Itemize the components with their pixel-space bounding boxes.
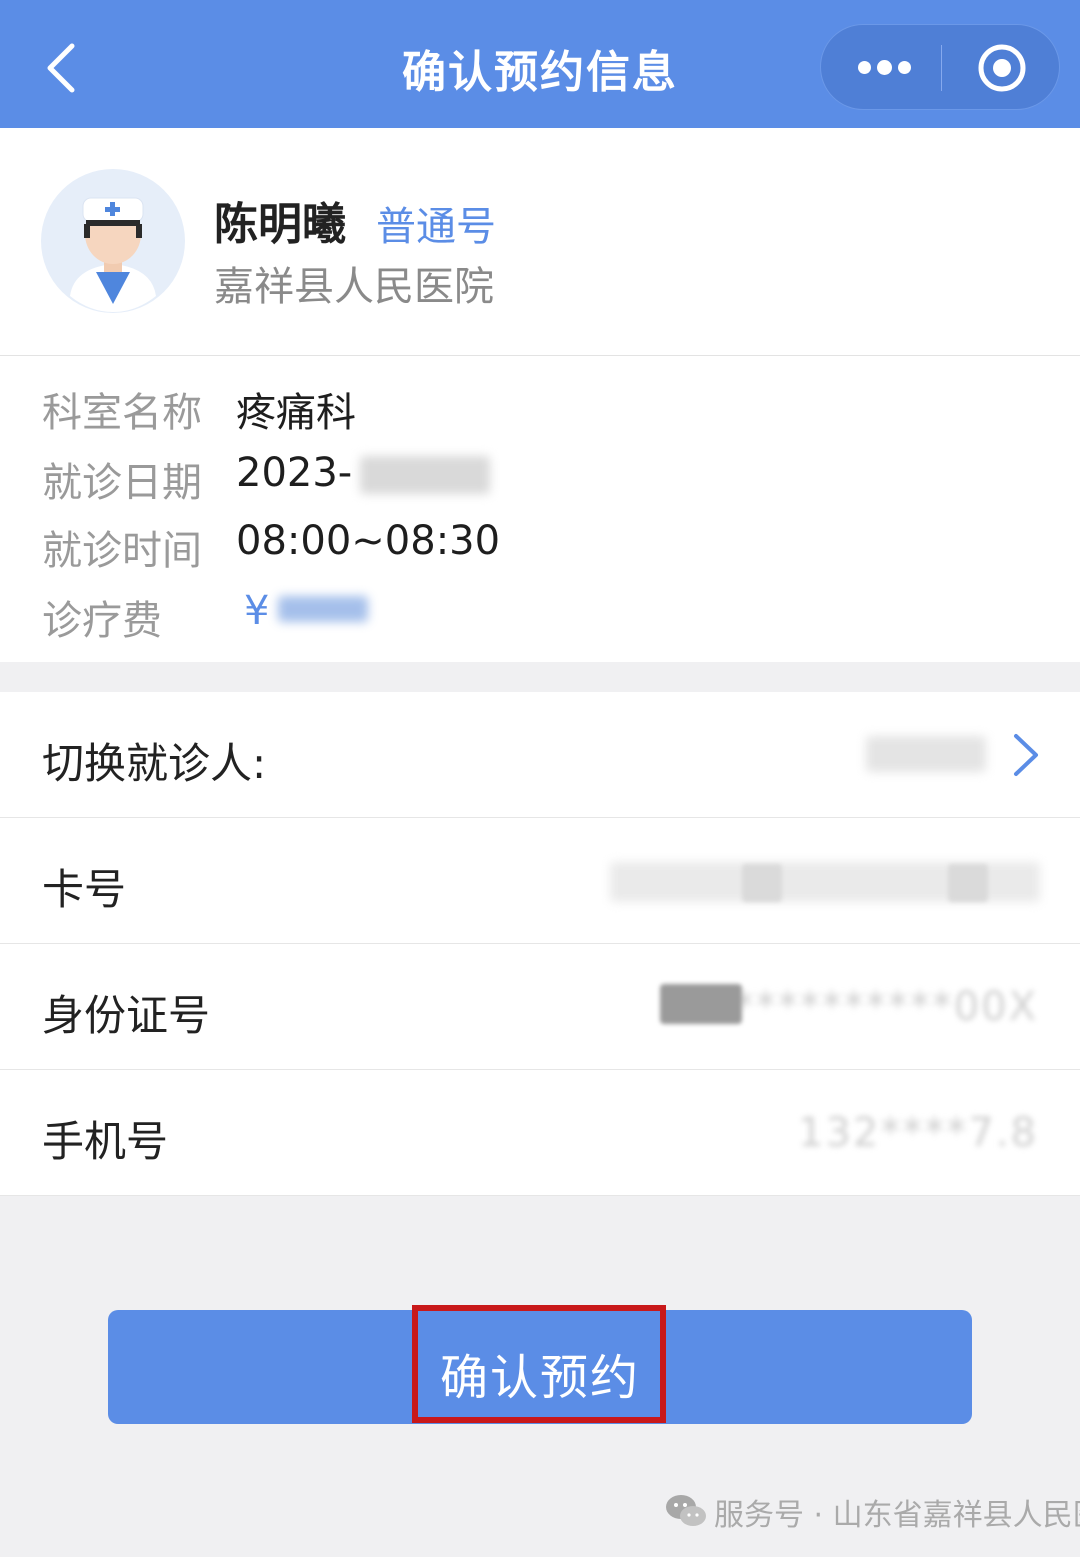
patient-form: 切换就诊人: 卡号 身份证号 **********00X 手机号 132****…: [0, 692, 1080, 1196]
id-number-label: 身份证号: [42, 991, 211, 1040]
more-button[interactable]: [821, 25, 941, 111]
doctor-avatar-icon: [40, 168, 186, 314]
menu-capsule: [820, 24, 1060, 110]
watermark-text: 服务号 · 山东省嘉祥县人民医院: [714, 1498, 1080, 1533]
redacted-patient-name: [866, 736, 986, 772]
card-number-row: 卡号: [0, 818, 1080, 944]
redacted-card-block: [742, 864, 782, 902]
time-row: 就诊时间 08:00~08:30: [42, 518, 1042, 574]
appointment-info: 科室名称 疼痛科 就诊日期 2023- 就诊时间 08:00~08:30 诊疗费…: [0, 356, 1080, 662]
date-value: 2023-: [236, 450, 353, 496]
chevron-right-icon: [1014, 734, 1038, 776]
time-label: 就诊时间: [42, 528, 202, 574]
doctor-card: 陈明曦 普通号 嘉祥县人民医院: [0, 128, 1080, 356]
switch-patient-label: 切换就诊人:: [42, 739, 267, 788]
phone-label: 手机号: [42, 1117, 169, 1166]
confirm-appointment-label: 确认预约: [439, 1350, 640, 1406]
date-label: 就诊日期: [42, 460, 202, 506]
date-row: 就诊日期 2023-: [42, 450, 1042, 506]
doctor-name: 陈明曦: [214, 199, 346, 250]
hospital-name: 嘉祥县人民医院: [214, 264, 494, 310]
id-number-value: **********00X: [733, 984, 1038, 1030]
id-number-row: 身份证号 **********00X: [0, 944, 1080, 1070]
confirm-appointment-button[interactable]: 确认预约: [108, 1310, 972, 1424]
redacted-date: [360, 456, 490, 494]
phone-row: 手机号 132****7.8: [0, 1070, 1080, 1196]
more-dots-icon: [877, 60, 892, 75]
department-row: 科室名称 疼痛科: [42, 380, 1042, 436]
close-mini-program-button[interactable]: [977, 43, 1027, 93]
more-dots-icon: [898, 61, 911, 74]
switch-patient-row[interactable]: 切换就诊人:: [0, 692, 1080, 818]
redacted-id-block: [660, 984, 742, 1024]
fee-row: 诊疗费 ¥: [42, 588, 1042, 644]
redacted-card-block: [948, 864, 988, 902]
watermark: 服务号 · 山东省嘉祥县人民医院: [664, 1490, 1080, 1534]
department-label: 科室名称: [42, 390, 202, 436]
fee-value: ¥: [244, 588, 270, 634]
capsule-divider: [941, 45, 942, 91]
phone-value: 132****7.8: [798, 1110, 1038, 1156]
more-dots-icon: [858, 61, 871, 74]
registration-type: 普通号: [376, 204, 496, 250]
wechat-icon: [666, 1495, 706, 1526]
department-value: 疼痛科: [236, 390, 356, 436]
fee-label: 诊疗费: [42, 598, 162, 644]
navigation-bar: 确认预约信息: [0, 0, 1080, 128]
card-number-label: 卡号: [42, 865, 127, 914]
target-circle-icon: [978, 44, 1026, 92]
redacted-fee: [278, 596, 368, 622]
time-value: 08:00~08:30: [236, 518, 501, 564]
